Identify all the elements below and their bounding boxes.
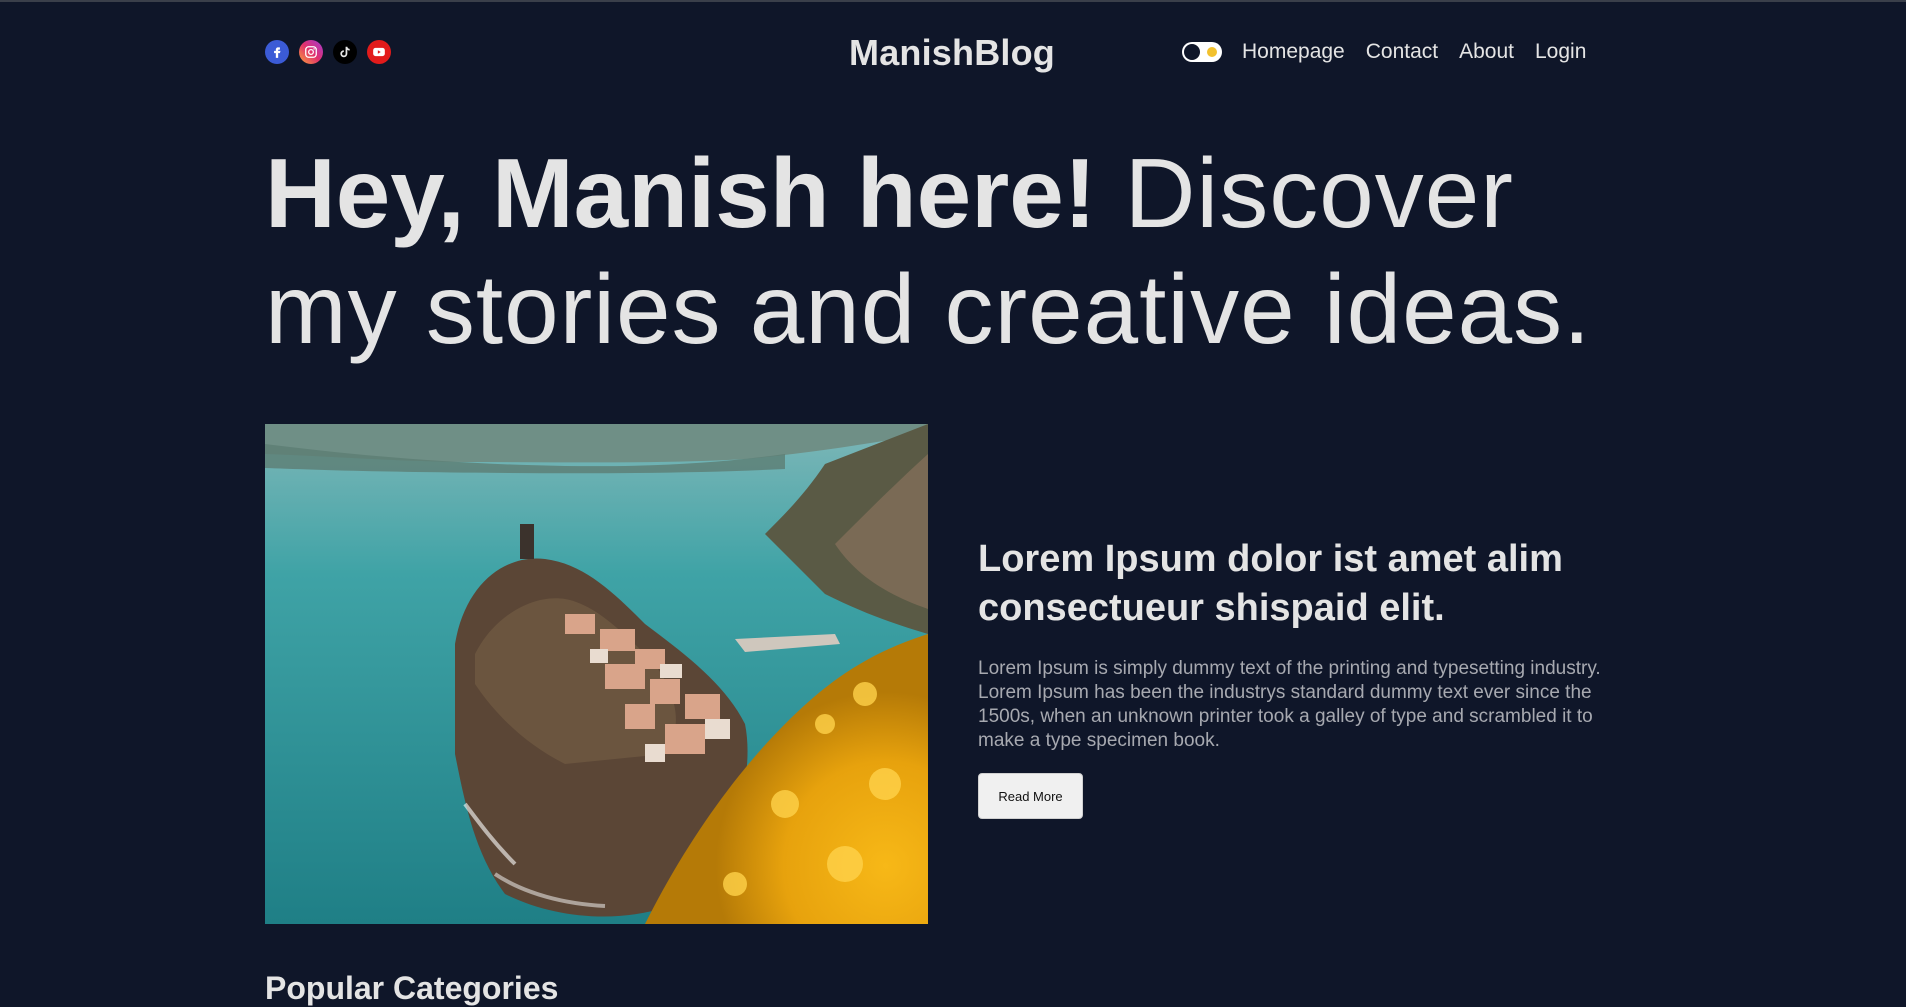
sun-icon: [1207, 47, 1217, 57]
tiktok-icon[interactable]: [333, 40, 357, 64]
nav-link-contact[interactable]: Contact: [1366, 40, 1438, 64]
featured-post-description: Lorem Ipsum is simply dummy text of the …: [978, 658, 1601, 751]
featured-post-title[interactable]: Lorem Ipsum dolor ist amet alim consectu…: [978, 535, 1618, 633]
toggle-knob: [1184, 44, 1200, 60]
nav-link-about[interactable]: About: [1459, 40, 1514, 64]
youtube-icon[interactable]: [367, 40, 391, 64]
read-more-button[interactable]: Read More: [978, 773, 1083, 819]
navbar: ManishBlog Homepage Contact About Login: [265, 30, 1615, 74]
featured-post-image[interactable]: [265, 424, 928, 924]
popular-categories-heading: Popular Categories: [265, 970, 559, 1006]
nav-link-homepage[interactable]: Homepage: [1242, 40, 1345, 64]
site-logo[interactable]: ManishBlog: [849, 32, 1055, 74]
instagram-icon[interactable]: [299, 40, 323, 64]
hero-bold-text: Hey, Manish here!: [265, 138, 1097, 248]
facebook-icon[interactable]: [265, 40, 289, 64]
theme-toggle[interactable]: [1182, 42, 1222, 62]
nav-link-login[interactable]: Login: [1535, 40, 1586, 64]
nav-right: Homepage Contact About Login: [1182, 40, 1586, 64]
social-links: [265, 40, 391, 64]
hero-heading: Hey, Manish here! Discover my stories an…: [265, 135, 1615, 367]
page-container: ManishBlog Homepage Contact About Login …: [265, 0, 1618, 1006]
featured-post-content: Lorem Ipsum dolor ist amet alim consectu…: [978, 535, 1618, 819]
coastal-cliff-village-photo: [265, 424, 928, 924]
